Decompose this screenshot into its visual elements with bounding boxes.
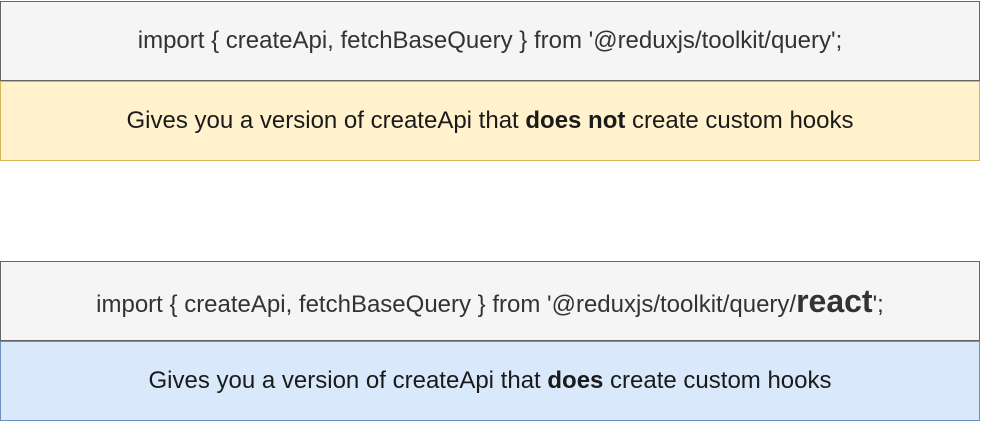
react-import-suffix: '; bbox=[872, 290, 884, 318]
react-import-text: import { createApi, fetchBaseQuery } fro… bbox=[96, 283, 884, 320]
react-description-emphasis: does bbox=[547, 367, 604, 394]
non-react-description-prefix: Gives you a version of createApi that bbox=[126, 107, 526, 134]
non-react-description-text: Gives you a version of createApi that do… bbox=[127, 107, 854, 135]
react-import-emphasis: react bbox=[796, 282, 873, 319]
react-import-box: import { createApi, fetchBaseQuery } fro… bbox=[0, 261, 980, 341]
non-react-import-box: import { createApi, fetchBaseQuery } fro… bbox=[0, 1, 980, 81]
react-description-suffix: create custom hooks bbox=[603, 367, 832, 394]
non-react-description-box: Gives you a version of createApi that do… bbox=[0, 81, 980, 161]
non-react-import-text: import { createApi, fetchBaseQuery } fro… bbox=[137, 27, 843, 54]
non-react-description-suffix: create custom hooks bbox=[625, 107, 854, 134]
react-import-prefix: import { createApi, fetchBaseQuery } fro… bbox=[96, 290, 797, 318]
react-description-box: Gives you a version of createApi that do… bbox=[0, 341, 980, 421]
react-description-prefix: Gives you a version of createApi that bbox=[148, 367, 548, 394]
non-react-description-emphasis: does not bbox=[525, 107, 626, 134]
react-description-text: Gives you a version of createApi that do… bbox=[149, 367, 832, 395]
